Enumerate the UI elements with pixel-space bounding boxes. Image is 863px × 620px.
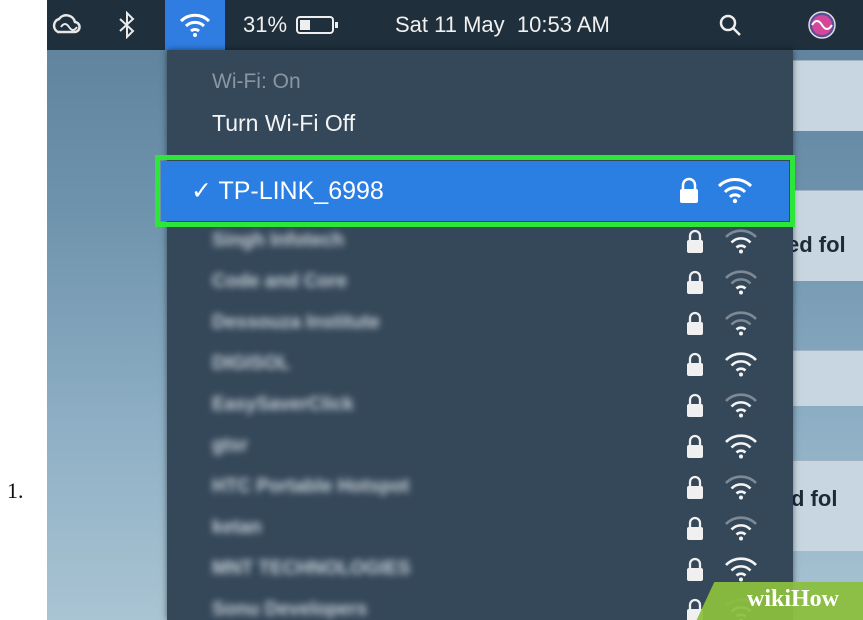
- date-time: Sat 11 May 10:53 AM: [395, 12, 610, 37]
- creative-cloud-icon[interactable]: [49, 0, 83, 50]
- network-name: HTC Portable Hotspot: [212, 476, 410, 497]
- network-item[interactable]: Dessouza Institute: [167, 303, 793, 344]
- battery-percent: 31%: [243, 12, 288, 37]
- wifi-status: Wi-Fi: On: [212, 70, 301, 93]
- background-panel: [787, 350, 863, 406]
- wifi-signal-icon: [725, 516, 757, 541]
- network-item[interactable]: HTC Portable Hotspot: [167, 467, 793, 508]
- battery-status[interactable]: 31%: [243, 0, 341, 50]
- network-item[interactable]: gtsr: [167, 426, 793, 467]
- lock-icon: [687, 270, 703, 294]
- wifi-signal-icon: [725, 434, 757, 459]
- network-item[interactable]: ketan: [167, 508, 793, 549]
- network-item[interactable]: Code and Core: [167, 262, 793, 303]
- lock-icon: [687, 229, 703, 253]
- wifi-menu-icon[interactable]: [165, 0, 225, 50]
- wifi-signal-icon: [725, 229, 757, 254]
- network-name: gtsr: [212, 435, 248, 456]
- network-name: EasySaverClick: [212, 394, 354, 415]
- wifi-dropdown-menu: Wi-Fi: On Turn Wi-Fi Off ✓ TP-LINK_6998 …: [155, 50, 795, 620]
- wifi-signal-icon: [725, 270, 757, 295]
- lock-icon: [687, 352, 703, 376]
- network-name: Dessouza Institute: [212, 312, 380, 333]
- wifi-signal-icon: [725, 557, 757, 582]
- lock-icon: [687, 311, 703, 335]
- wifi-signal-icon: [725, 311, 757, 336]
- battery-icon: [296, 16, 339, 34]
- screenshot: ed fol d fol 31% Sat 11 May 10:53 AM Wi-…: [47, 0, 863, 620]
- background-text: d fol: [791, 486, 838, 511]
- network-name: DIGISOL: [212, 353, 291, 374]
- spotlight-search-icon[interactable]: [717, 0, 743, 50]
- clock[interactable]: Sat 11 May 10:53 AM: [395, 0, 610, 50]
- step-number: 1.: [7, 478, 24, 503]
- network-item[interactable]: Singh Infotech: [167, 221, 793, 262]
- network-name: Code and Core: [212, 271, 348, 292]
- bluetooth-icon[interactable]: [117, 0, 137, 50]
- network-item[interactable]: MNT TECHNOLOGIES: [167, 549, 793, 590]
- network-name: MNT TECHNOLOGIES: [212, 558, 411, 579]
- lock-icon: [687, 475, 703, 499]
- network-item[interactable]: EasySaverClick: [167, 385, 793, 426]
- network-name: ketan: [212, 517, 262, 538]
- network-name: Singh Infotech: [212, 230, 344, 251]
- menu-bar: 31% Sat 11 May 10:53 AM: [47, 0, 863, 50]
- lock-icon: [687, 434, 703, 458]
- lock-icon: [687, 393, 703, 417]
- turn-wifi-off-item[interactable]: Turn Wi-Fi Off: [212, 110, 355, 137]
- highlight-box: [155, 155, 795, 227]
- lock-icon: [687, 516, 703, 540]
- background-text: ed fol: [787, 232, 846, 257]
- network-name: Sonu Developers: [212, 599, 368, 620]
- background-window: ed fol d fol: [787, 60, 863, 620]
- lock-icon: [687, 557, 703, 581]
- network-item[interactable]: DIGISOL: [167, 344, 793, 385]
- watermark-text: wikiHow: [747, 586, 840, 612]
- wifi-signal-icon: [725, 393, 757, 418]
- wifi-signal-icon: [725, 475, 757, 500]
- siri-icon[interactable]: [807, 0, 837, 50]
- wifi-signal-icon: [725, 352, 757, 377]
- background-panel: [787, 60, 863, 131]
